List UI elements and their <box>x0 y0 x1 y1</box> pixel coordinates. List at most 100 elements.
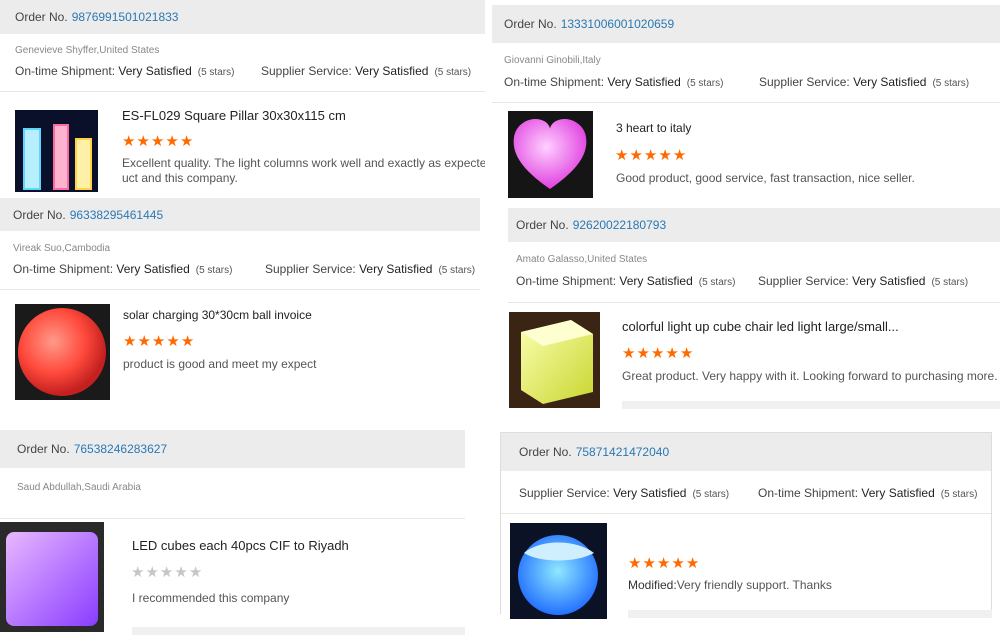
shipment-stars-text: (5 stars) <box>686 78 724 89</box>
product-title[interactable]: colorful light up cube chair led light l… <box>622 319 899 334</box>
buyer-name: Saud Abdullah,Saudi Arabia <box>17 482 141 493</box>
review-comment: product is good and meet my expect <box>123 357 317 371</box>
supplier-rating: Very Satisfied <box>613 486 687 500</box>
star-icon: ★ <box>658 147 673 164</box>
shipment-stars-text: (5 stars) <box>698 277 736 288</box>
comment-text: Very friendly support. Thanks <box>676 578 832 592</box>
order-bar: Order No. 96338295461445 <box>0 198 480 231</box>
order-number-link[interactable]: 9876991501021833 <box>72 10 179 24</box>
star-icon: ★ <box>150 133 166 150</box>
shipment-label: On-time Shipment: <box>15 64 116 78</box>
star-icon: ★ <box>629 147 644 164</box>
review-card: Order No. 9876991501021833 Genevieve Shy… <box>0 0 485 200</box>
star-icon: ★ <box>665 345 680 362</box>
star-rating: ★★★★★ <box>131 563 203 581</box>
supplier-label: Supplier Service: <box>759 75 850 89</box>
product-thumbnail[interactable] <box>510 523 607 619</box>
comment-prefix: Modified: <box>628 578 677 592</box>
review-card: Order No. 76538246283627 Saud Abdullah,S… <box>0 430 465 635</box>
divider <box>501 513 991 514</box>
star-rating: ★★★★★ <box>615 146 687 164</box>
star-icon: ★ <box>628 555 643 572</box>
supplier-stars-text: (5 stars) <box>931 277 969 288</box>
supplier-label: Supplier Service: <box>519 486 610 500</box>
divider <box>0 518 465 519</box>
shipment-rating: Very Satisfied <box>118 64 192 78</box>
order-bar: Order No. 13331006001020659 <box>492 5 1000 43</box>
comment-line: Excellent quality. The light columns wor… <box>122 156 485 170</box>
shipment-label: On-time Shipment: <box>13 262 114 276</box>
product-title[interactable]: solar charging 30*30cm ball invoice <box>123 308 312 322</box>
footer-bar <box>628 610 992 618</box>
review-card: Order No. 96338295461445 Vireak Suo,Camb… <box>0 198 480 426</box>
order-number-link[interactable]: 76538246283627 <box>74 442 167 456</box>
comment-line: uct and this company. <box>122 171 238 185</box>
product-thumbnail[interactable] <box>0 522 104 632</box>
supplier-stars-text: (5 stars) <box>692 489 730 500</box>
star-icon: ★ <box>656 555 672 572</box>
star-icon: ★ <box>650 345 666 362</box>
star-icon: ★ <box>622 345 637 362</box>
order-label: Order No. <box>15 10 68 24</box>
star-icon: ★ <box>151 333 167 350</box>
buyer-name: Amato Galasso,United States <box>516 254 648 265</box>
review-card: Order No. 13331006001020659 Giovanni Gin… <box>492 5 1000 210</box>
order-label: Order No. <box>17 442 70 456</box>
order-number-link[interactable]: 92620022180793 <box>573 218 666 232</box>
star-icon: ★ <box>188 564 204 581</box>
product-title[interactable]: 3 heart to italy <box>616 121 691 135</box>
footer-bar <box>132 627 465 635</box>
shipment-label: On-time Shipment: <box>758 486 859 500</box>
star-rating: ★★★★★ <box>123 332 195 350</box>
star-icon: ★ <box>679 345 695 362</box>
star-icon: ★ <box>122 133 137 150</box>
supplier-label: Supplier Service: <box>758 274 849 288</box>
order-label: Order No. <box>516 218 569 232</box>
supplier-stars-text: (5 stars) <box>434 67 472 78</box>
product-thumbnail[interactable] <box>508 111 593 198</box>
buyer-name: Giovanni Ginobili,Italy <box>504 55 601 66</box>
product-title[interactable]: LED cubes each 40pcs CIF to Riyadh <box>132 538 349 553</box>
review-comment: I recommended this company <box>132 591 290 605</box>
star-icon: ★ <box>137 333 152 350</box>
star-rating: ★★★★★ <box>622 344 694 362</box>
shipment-rating: Very Satisfied <box>116 262 190 276</box>
star-icon: ★ <box>685 555 701 572</box>
star-icon: ★ <box>165 133 180 150</box>
review-comment: Good product, good service, fast transac… <box>616 171 915 185</box>
star-icon: ★ <box>615 147 630 164</box>
order-number-link[interactable]: 75871421472040 <box>576 445 669 459</box>
star-icon: ★ <box>642 555 657 572</box>
divider <box>492 102 1000 103</box>
order-number-link[interactable]: 96338295461445 <box>70 208 163 222</box>
star-icon: ★ <box>672 147 688 164</box>
order-number-link[interactable]: 13331006001020659 <box>561 17 674 31</box>
buyer-name: Genevieve Shyffer,United States <box>15 45 160 56</box>
star-rating: ★★★★★ <box>122 132 194 150</box>
product-title[interactable]: ES-FL029 Square Pillar 30x30x115 cm <box>122 108 346 123</box>
order-bar: Order No. 76538246283627 <box>0 430 465 468</box>
shipment-rating: Very Satisfied <box>619 274 693 288</box>
glowing-cube-chair-image <box>509 312 600 408</box>
divider <box>508 302 1000 303</box>
footer-bar <box>622 401 1000 409</box>
glowing-heart-image <box>508 111 593 198</box>
buyer-name: Vireak Suo,Cambodia <box>13 243 111 254</box>
order-label: Order No. <box>504 17 557 31</box>
glowing-stool-image <box>510 523 607 619</box>
order-bar: Order No. 92620022180793 <box>508 208 1000 242</box>
product-thumbnail[interactable] <box>15 110 98 192</box>
product-thumbnail[interactable] <box>509 312 600 408</box>
shipment-label: On-time Shipment: <box>504 75 605 89</box>
divider <box>0 289 480 290</box>
glowing-ball-image <box>15 304 110 400</box>
order-bar: Order No. 9876991501021833 <box>0 0 485 34</box>
supplier-label: Supplier Service: <box>261 64 352 78</box>
review-comment: Great product. Very happy with it. Looki… <box>622 369 998 383</box>
product-thumbnail[interactable] <box>15 304 110 400</box>
supplier-rating: Very Satisfied <box>853 75 927 89</box>
supplier-rating: Very Satisfied <box>852 274 926 288</box>
shipment-rating: Very Satisfied <box>607 75 681 89</box>
supplier-stars-text: (5 stars) <box>438 265 476 276</box>
star-icon: ★ <box>123 333 138 350</box>
